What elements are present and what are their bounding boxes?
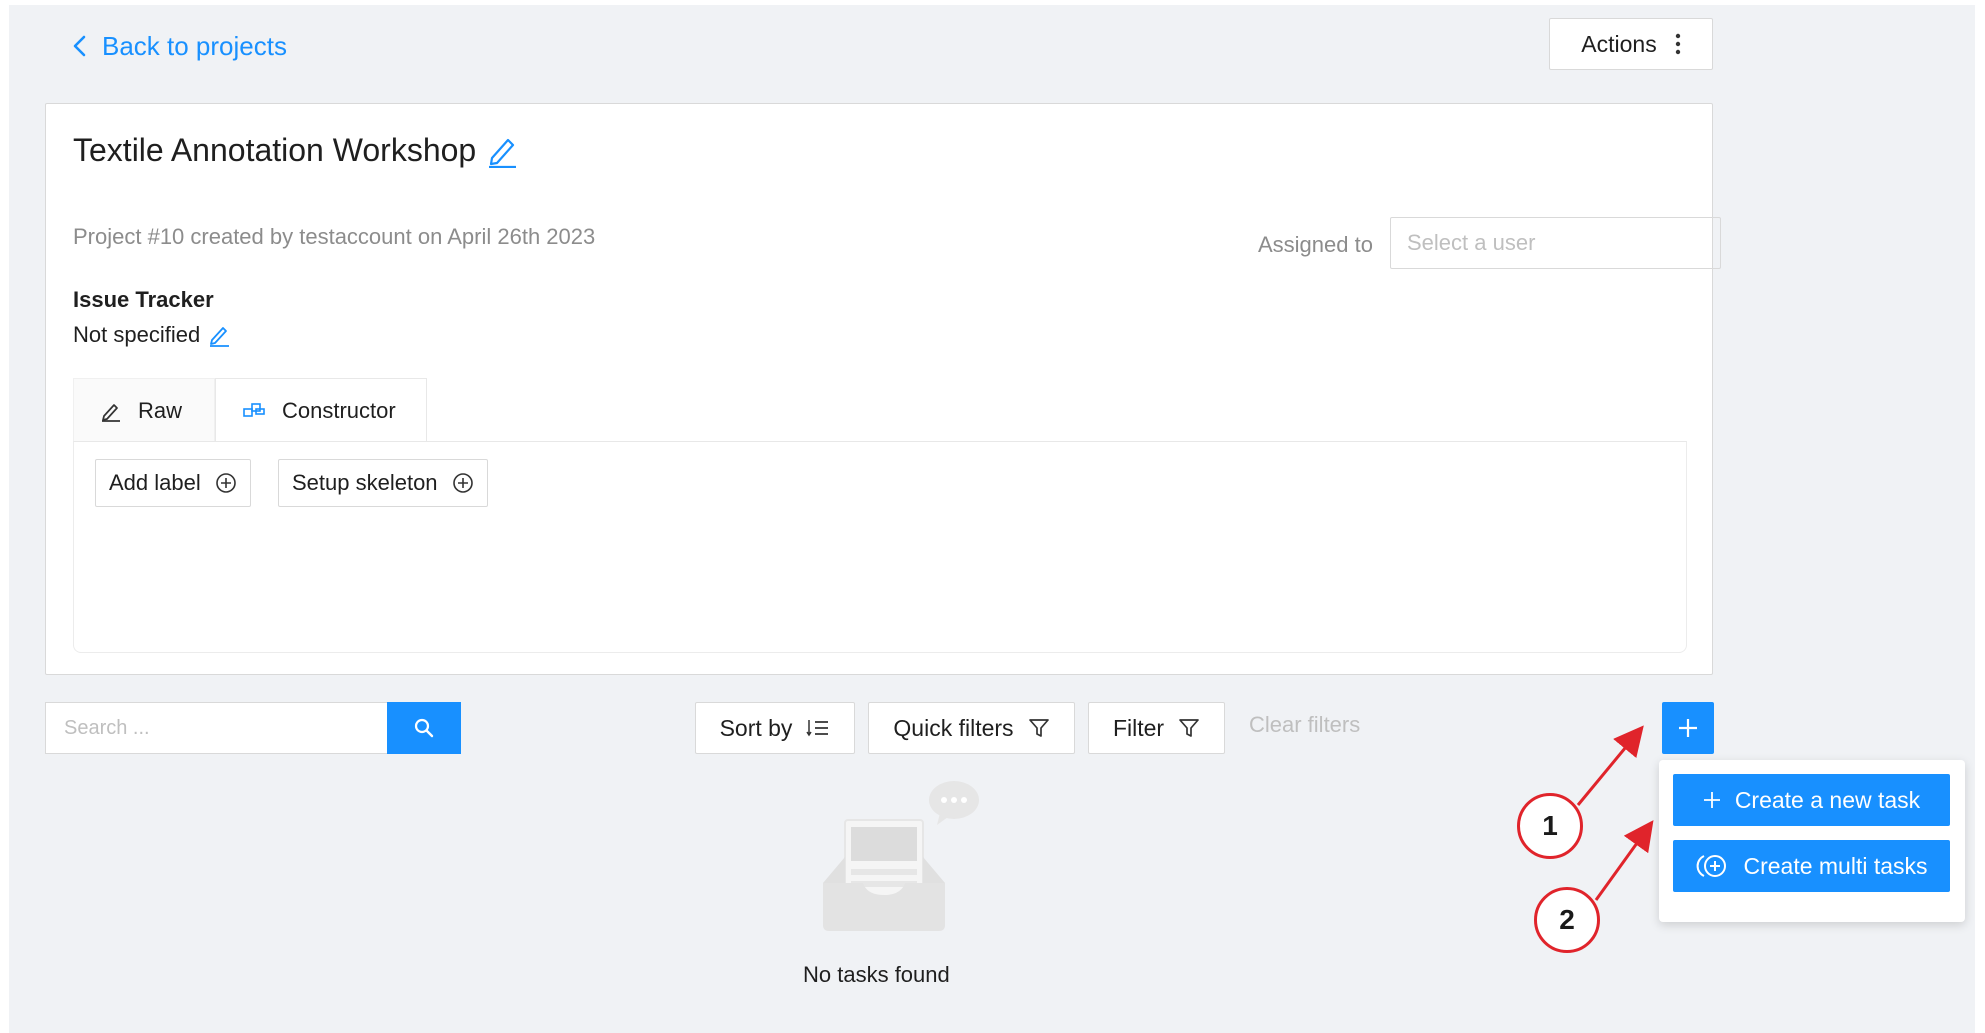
back-link-label: Back to projects	[102, 30, 287, 61]
project-title: Textile Annotation Workshop	[73, 132, 477, 168]
tab-constructor-label: Constructor	[282, 397, 396, 423]
create-new-task-label: Create a new task	[1734, 786, 1921, 813]
issue-tracker-row: Not specified	[73, 322, 230, 348]
add-label-button[interactable]: Add label	[95, 459, 251, 507]
filter-icon	[1179, 719, 1199, 737]
actions-label: Actions	[1581, 30, 1657, 57]
more-vertical-icon	[1675, 33, 1680, 55]
constructor-icon	[243, 402, 265, 417]
back-to-projects-link[interactable]: Back to projects	[72, 26, 287, 66]
setup-skeleton-text: Setup skeleton	[292, 470, 438, 495]
assignee-select[interactable]: Select a user	[1390, 217, 1721, 269]
create-new-task-button[interactable]: Create a new task	[1673, 774, 1950, 826]
plus-icon	[1703, 792, 1720, 808]
project-title-row: Textile Annotation Workshop	[73, 132, 518, 169]
filter-button[interactable]: Filter	[1088, 702, 1225, 754]
quick-filters-button[interactable]: Quick filters	[868, 702, 1075, 754]
add-label-text: Add label	[109, 470, 201, 495]
task-search-input[interactable]: Search ...	[45, 702, 387, 754]
label-editor-tabs: Raw Constructor	[73, 378, 427, 442]
actions-button[interactable]: Actions	[1549, 18, 1713, 70]
sort-list-icon	[806, 720, 829, 737]
create-task-menu: Create a new task Create multi tasks	[1659, 760, 1965, 922]
plus-circle-icon	[452, 473, 473, 493]
assigned-to-label: Assigned to	[1258, 232, 1373, 257]
tab-raw[interactable]: Raw	[73, 378, 215, 442]
search-button[interactable]	[387, 702, 461, 754]
plus-circle-icon	[215, 473, 236, 493]
issue-tracker-label: Issue Tracker	[73, 287, 214, 312]
create-multi-tasks-label: Create multi tasks	[1743, 852, 1928, 879]
empty-inbox-icon	[823, 781, 979, 931]
chevron-left-icon	[73, 35, 86, 57]
empty-state-message: No tasks found	[803, 962, 950, 987]
annotation-callout-2: 2	[1534, 887, 1600, 953]
filter-label: Filter	[1112, 714, 1165, 741]
create-multi-tasks-button[interactable]: Create multi tasks	[1673, 840, 1950, 892]
search-icon	[414, 718, 434, 738]
quick-filters-label: Quick filters	[893, 714, 1014, 741]
sort-by-button[interactable]: Sort by	[695, 702, 855, 754]
annotation-callout-1: 1	[1517, 793, 1583, 859]
edit-issue-tracker-icon[interactable]	[208, 323, 230, 347]
constructor-pane: Add label Setup skeleton	[73, 441, 1687, 653]
filter-icon	[1028, 719, 1049, 737]
edit-title-icon[interactable]	[486, 134, 518, 168]
tab-constructor[interactable]: Constructor	[215, 378, 427, 442]
issue-tracker-value: Not specified	[73, 322, 201, 347]
project-details-card: Textile Annotation Workshop Project #10 …	[45, 103, 1721, 675]
clear-filters-button[interactable]: Clear filters	[1249, 712, 1360, 738]
setup-skeleton-button[interactable]: Setup skeleton	[278, 459, 488, 507]
tab-raw-label: Raw	[138, 397, 183, 423]
annotation-arrow-1	[1576, 725, 1644, 806]
annotation-arrow-2	[1594, 820, 1654, 901]
sort-by-label: Sort by	[719, 714, 793, 741]
project-meta: Project #10 created by testaccount on Ap…	[73, 224, 596, 249]
plus-icon	[1679, 719, 1697, 737]
multi-plus-circle-icon	[1697, 855, 1727, 877]
pencil-icon	[102, 403, 120, 422]
